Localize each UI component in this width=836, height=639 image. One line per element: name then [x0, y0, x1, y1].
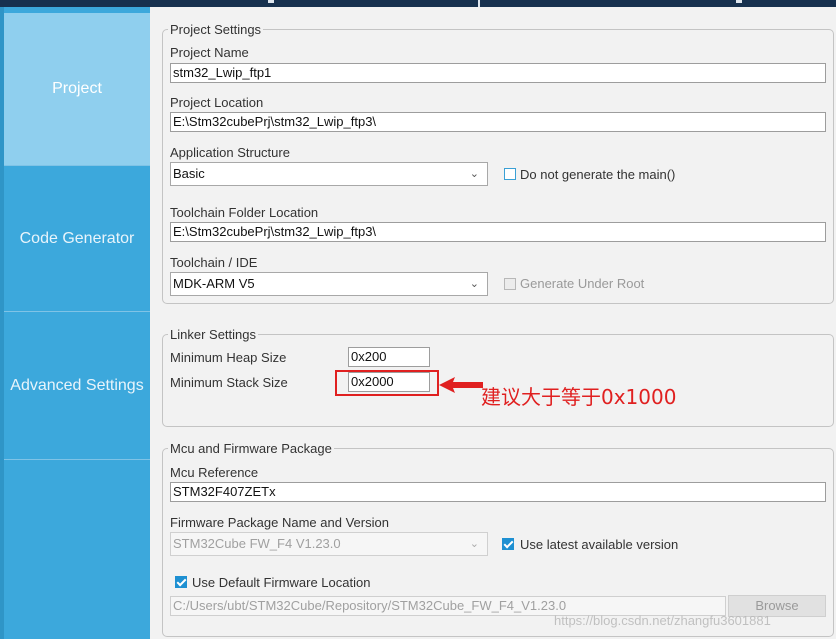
toolchain-ide-label: Toolchain / IDE: [170, 255, 258, 270]
toolchain-folder-input[interactable]: E:\Stm32cubePrj\stm32_Lwip_ftp3\: [170, 222, 826, 242]
annotation-arrow-icon: [439, 377, 483, 393]
mcu-reference-label: Mcu Reference: [170, 465, 259, 480]
annotation-text: 建议大于等于0x1000: [481, 385, 677, 409]
application-structure-select[interactable]: Basic ⌄: [170, 162, 488, 186]
select-value: MDK-ARM V5: [173, 276, 255, 291]
firmware-package-select[interactable]: STM32Cube FW_F4 V1.23.0 ⌄: [170, 532, 488, 556]
header-tab-mark: [736, 0, 742, 3]
toolchain-ide-select[interactable]: MDK-ARM V5 ⌄: [170, 272, 488, 296]
project-location-label: Project Location: [170, 95, 264, 110]
toolchain-folder-label: Toolchain Folder Location: [170, 205, 319, 220]
sidebar-item-code-generator[interactable]: Code Generator: [4, 166, 150, 312]
chevron-down-icon: ⌄: [469, 168, 479, 180]
select-value: Basic: [173, 166, 205, 181]
min-stack-label: Minimum Stack Size: [170, 375, 288, 390]
main-panel: Project Settings Project Name stm32_Lwip…: [150, 7, 836, 639]
select-value: STM32Cube FW_F4 V1.23.0: [173, 536, 341, 551]
use-default-location-label: Use Default Firmware Location: [192, 575, 371, 590]
sidebar: Project Code Generator Advanced Settings: [0, 7, 150, 639]
use-latest-label: Use latest available version: [520, 537, 679, 552]
min-heap-label: Minimum Heap Size: [170, 350, 287, 365]
sidebar-item-advanced-settings[interactable]: Advanced Settings: [4, 312, 150, 460]
sidebar-item-label: Code Generator: [19, 229, 135, 247]
mcu-reference-input[interactable]: STM32F407ZETx: [170, 482, 826, 502]
no-main-checkbox[interactable]: [504, 168, 516, 180]
sidebar-item-label: Advanced Settings: [10, 376, 144, 394]
top-header-strip: [0, 0, 836, 7]
min-heap-input[interactable]: 0x200: [348, 347, 430, 367]
project-name-label: Project Name: [170, 45, 249, 60]
header-tab-mark: [268, 0, 274, 3]
watermark-text: https://blog.csdn.net/zhangfu3601881: [554, 613, 771, 628]
no-main-label: Do not generate the main(): [520, 167, 676, 182]
chevron-down-icon: ⌄: [469, 278, 479, 290]
group-title: Linker Settings: [170, 327, 256, 342]
generate-under-root-label: Generate Under Root: [520, 276, 645, 291]
project-name-input[interactable]: stm32_Lwip_ftp1: [170, 63, 826, 83]
header-separator: [478, 0, 480, 7]
application-structure-label: Application Structure: [170, 145, 290, 160]
use-default-location-checkbox[interactable]: [175, 576, 187, 588]
firmware-package-label: Firmware Package Name and Version: [170, 515, 389, 530]
use-latest-checkbox[interactable]: [502, 538, 514, 550]
generate-under-root-checkbox[interactable]: [504, 278, 516, 290]
highlight-box: [335, 370, 439, 396]
project-location-input[interactable]: E:\Stm32cubePrj\stm32_Lwip_ftp3\: [170, 112, 826, 132]
group-title: Mcu and Firmware Package: [170, 441, 332, 456]
chevron-down-icon: ⌄: [469, 538, 479, 550]
group-title: Project Settings: [170, 22, 262, 37]
sidebar-item-label: Project: [52, 80, 102, 97]
sidebar-item-project[interactable]: Project: [4, 13, 150, 166]
